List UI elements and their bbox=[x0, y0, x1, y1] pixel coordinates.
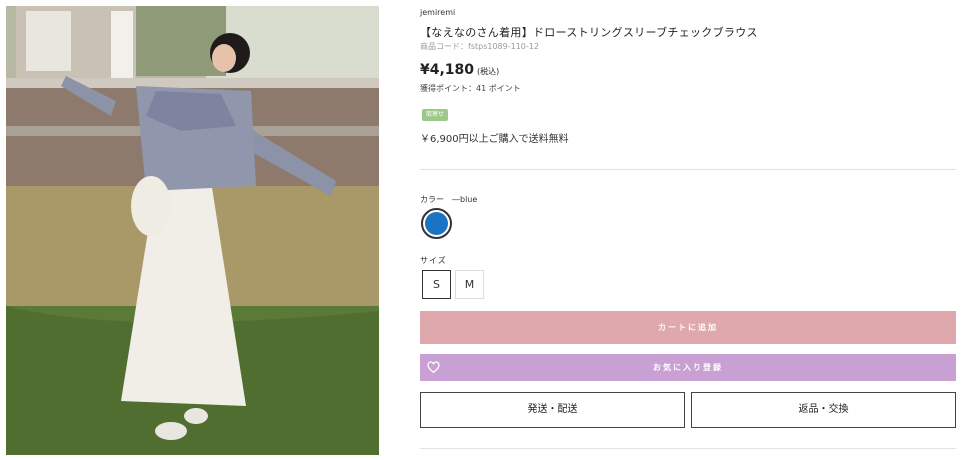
stock-status-badge: 取寄せ bbox=[422, 109, 449, 121]
size-label: サイズ bbox=[420, 256, 447, 265]
color-swatch-blue[interactable] bbox=[421, 208, 452, 239]
divider bbox=[420, 448, 956, 449]
color-swatch-fill bbox=[425, 212, 448, 235]
add-to-favorites-label: お気に入り登録 bbox=[653, 363, 723, 372]
product-image[interactable] bbox=[6, 6, 379, 455]
size-option-m[interactable]: M bbox=[455, 270, 484, 299]
add-to-cart-button[interactable]: カートに追加 bbox=[420, 311, 956, 344]
returns-info-button[interactable]: 返品・交換 bbox=[691, 392, 956, 428]
size-option-s[interactable]: S bbox=[422, 270, 451, 299]
shipping-info-button[interactable]: 発送・配送 bbox=[420, 392, 685, 428]
tax-note: (税込) bbox=[477, 67, 500, 76]
heart-icon bbox=[427, 361, 440, 374]
color-label: カラー ―blue bbox=[420, 195, 478, 204]
product-info-panel: jemiremi 【なえなのさん着用】ドローストリングスリーブチェックブラウス … bbox=[420, 0, 956, 460]
product-photo-illustration bbox=[6, 6, 379, 455]
free-shipping-note: ￥6,900円以上ご購入で送料無料 bbox=[420, 134, 569, 145]
add-to-favorites-button[interactable]: お気に入り登録 bbox=[420, 354, 956, 381]
divider bbox=[420, 169, 956, 170]
product-code: 商品コード：fstps1089-110-12 bbox=[420, 42, 539, 51]
reward-points: 獲得ポイント：41 ポイント bbox=[420, 84, 521, 93]
product-title: 【なえなのさん着用】ドローストリングスリーブチェックブラウス bbox=[420, 26, 758, 39]
price-value: ¥4,180 bbox=[420, 62, 475, 78]
brand-name[interactable]: jemiremi bbox=[420, 8, 455, 17]
price: ¥4,180 (税込) bbox=[420, 62, 499, 78]
